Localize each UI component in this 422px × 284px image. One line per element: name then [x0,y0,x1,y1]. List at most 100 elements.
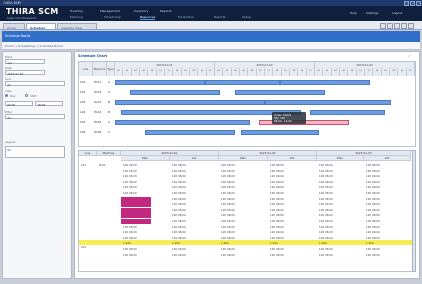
expand-icon[interactable]: ⤢ [408,54,410,58]
gantt-hour-tick: 18 [390,68,399,76]
gantt-hour-tick: 20 [398,68,407,76]
grid-cell: 120 06:00 [270,213,284,218]
gantt-bar[interactable] [115,80,205,85]
range-from-input[interactable]: 06:00 [5,101,33,107]
close-button[interactable] [416,0,421,6]
gantt-hour-tick: 18 [290,68,299,76]
close-tab-icon[interactable] [408,23,414,29]
grid-cell: 120 06:00 [366,247,380,251]
gantt-bar[interactable] [265,100,391,105]
grid-highlight-cell [121,219,151,224]
gantt-bar[interactable] [235,90,325,95]
grid-cell: 120 06:00 [123,179,137,184]
logout-link[interactable]: Logout [392,11,402,15]
grid-cell: 120 06:00 [270,191,284,195]
radio-shift[interactable] [25,94,28,97]
grid-cell: 120 06:00 [319,174,333,179]
grid-cell: 120 06:00 [270,185,284,190]
grid-cell: 120 06:00 [366,207,380,212]
radio-day-label: Day [10,94,16,98]
gantt-hour-tick: 00 [215,68,224,76]
help-link[interactable]: Help [350,11,357,15]
settings-link[interactable]: Settings [366,11,378,15]
grid-group-header: Machine [97,151,121,156]
line-select[interactable]: All [5,81,65,87]
search-button[interactable]: Search [0,0,12,4]
print-icon[interactable] [387,23,393,29]
tab-capacity-view[interactable]: Capacity View [57,23,97,30]
gantt-hour-tick: 20 [198,68,207,76]
tab-home[interactable]: Home [3,23,25,30]
menu-reports[interactable]: Reports [214,15,226,19]
grid-highlight-cell [121,196,151,202]
menu-production[interactable]: Production [178,15,194,19]
app-logo: THIRA SCM [6,7,59,16]
range-to-input[interactable]: 18:00 [35,101,63,107]
export-icon[interactable] [394,23,400,29]
menu-resources[interactable]: Resources [140,15,156,20]
grid-group-header: Line [79,151,97,156]
legend-list[interactable]: All [5,146,65,158]
top-link[interactable]: Reports [160,9,172,13]
gantt-bar[interactable] [115,100,265,105]
grid-cell: 120 06:00 [221,252,235,257]
gantt-row-cell: L05 [80,120,86,124]
settings-icon[interactable] [401,23,407,29]
grid-cell: 1,300 [319,241,327,246]
menu-setup[interactable]: Setup [242,15,251,19]
grid-cell: 120 06:00 [319,202,333,207]
schedule-grid: Line Machine 2023-01-01 2023-01-02 2023-01-0… [78,150,416,272]
grid-cell: 120 06:00 [270,174,284,179]
tab-schedule[interactable]: Schedule [26,23,56,30]
grid-cell: 120 06:00 [366,224,380,229]
grid-cell: 120 06:00 [270,179,284,184]
grid-subheader: Act [364,156,411,161]
grid-cell: 120 06:00 [319,230,333,235]
breadcrumb-bar: Home > Scheduling > Schedule Board [2,42,420,50]
filter-select[interactable]: All [5,114,65,120]
top-link[interactable]: Inventory [134,9,148,13]
grid-cell: 120 06:00 [123,174,137,179]
gantt-row-cell: C [108,130,111,134]
minimize-button[interactable] [404,0,409,6]
maximize-button[interactable] [410,0,415,6]
date-input[interactable]: 2023-01-01 [5,70,45,76]
top-link[interactable]: Tracking [70,9,83,13]
gantt-bar[interactable] [115,120,250,125]
gantt-row-cell: B [108,100,110,104]
top-link[interactable]: Management [100,9,120,13]
plant-select[interactable]: ALL [5,59,45,65]
page-ribbon: Schedule Board [2,31,420,42]
grid-cell: 120 06:00 [172,219,186,223]
grid-cell: 120 06:00 [123,247,137,251]
grid-cell: 120 06:00 [221,224,235,229]
gantt-bar[interactable] [205,80,280,85]
grid-cell: 120 06:00 [270,202,284,207]
refresh-icon[interactable] [380,23,386,29]
gantt-bar[interactable] [241,130,319,135]
gantt-bar[interactable] [145,130,235,135]
gantt-row-cell: A [108,90,110,94]
grid-cell: 120 06:00 [366,174,380,179]
grid-cell: 120 06:00 [366,163,380,167]
radio-shift-label: Shift [30,94,37,98]
gantt-bar[interactable] [310,110,385,115]
grid-vertical-scrollbar[interactable] [412,150,416,272]
gantt-hour-tick: 12 [265,68,274,76]
grid-cell: 120 06:00 [319,252,333,257]
grid-cell: 120 06:00 [172,174,186,179]
grid-cell: 120 06:00 [319,179,333,184]
menu-scheduling[interactable]: Scheduling [104,15,121,19]
grid-cell: 120 06:00 [123,163,137,167]
logo-subtitle: Supply Chain Management [7,17,37,20]
grid-cell: 120 06:00 [172,213,186,218]
grid-cell: 120 06:00 [270,230,284,235]
gantt-hour-tick: 18 [190,68,199,76]
gantt-bar[interactable] [130,90,220,95]
menu-planning[interactable]: Planning [70,15,83,19]
tooltip-line: 06:00 - 14:00 [274,119,292,123]
gantt-hour-tick: 04 [331,68,340,76]
gantt-bar[interactable] [280,80,370,85]
radio-day[interactable] [5,94,8,97]
gantt-row-cell: A [108,120,110,124]
